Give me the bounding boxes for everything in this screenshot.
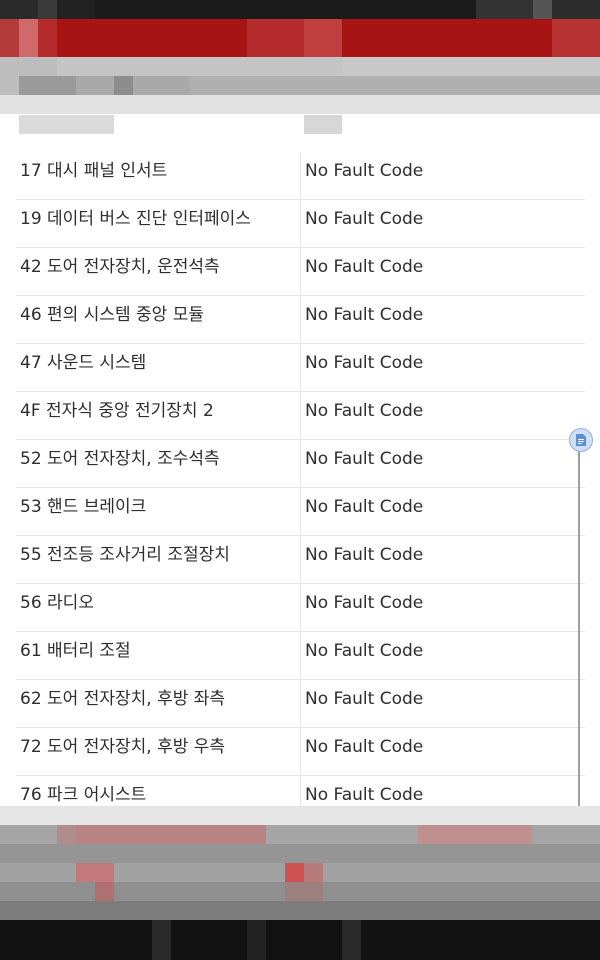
table-row[interactable]: 76 파크 어시스트 No Fault Code — [0, 776, 585, 806]
fault-status: No Fault Code — [305, 689, 424, 709]
module-name: 76 파크 어시스트 — [20, 785, 147, 805]
table-row[interactable]: 53 핸드 브레이크 No Fault Code — [0, 488, 585, 536]
header-module — [19, 115, 114, 134]
column-divider — [300, 488, 301, 536]
column-divider — [300, 776, 301, 806]
module-name: 56 라디오 — [20, 593, 94, 613]
column-divider — [300, 632, 301, 680]
navigation-bar — [0, 920, 600, 960]
fault-status: No Fault Code — [305, 593, 424, 613]
fault-status: No Fault Code — [305, 161, 424, 181]
column-divider — [300, 584, 301, 632]
fault-status: No Fault Code — [305, 257, 424, 277]
fault-status: No Fault Code — [305, 545, 424, 565]
column-divider — [300, 392, 301, 440]
header-status — [304, 115, 342, 134]
table-row[interactable]: 47 사운드 시스템 No Fault Code — [0, 344, 585, 392]
module-name: 55 전조등 조사거리 조절장치 — [20, 545, 230, 565]
bottom-actions — [0, 825, 600, 863]
fault-status: No Fault Code — [305, 497, 424, 517]
table-header — [0, 114, 600, 152]
bottom-divider — [0, 806, 600, 825]
app-bar — [0, 19, 600, 57]
module-name: 52 도어 전자장치, 조수석측 — [20, 449, 220, 469]
fault-status: No Fault Code — [305, 449, 424, 469]
fault-status: No Fault Code — [305, 641, 424, 661]
scrollbar-thumb[interactable] — [569, 428, 593, 452]
column-divider — [300, 728, 301, 776]
status-bar — [0, 0, 600, 19]
column-divider — [300, 440, 301, 488]
table-row[interactable]: 56 라디오 No Fault Code — [0, 584, 585, 632]
column-divider — [300, 296, 301, 344]
module-name: 61 배터리 조절 — [20, 641, 131, 661]
table-row[interactable]: 4F 전자식 중앙 전기장치 2 No Fault Code — [0, 392, 585, 440]
fault-status: No Fault Code — [305, 785, 424, 805]
table-row[interactable]: 72 도어 전자장치, 후방 우측 No Fault Code — [0, 728, 585, 776]
module-name: 17 대시 패널 인서트 — [20, 161, 168, 181]
table-row[interactable]: 19 데이터 버스 진단 인터페이스 No Fault Code — [0, 200, 585, 248]
fault-status: No Fault Code — [305, 737, 424, 757]
column-divider — [300, 200, 301, 248]
fault-status: No Fault Code — [305, 401, 424, 421]
column-divider — [300, 344, 301, 392]
app-bar-subtitle — [0, 57, 600, 76]
table-row[interactable]: 17 대시 패널 인서트 No Fault Code — [0, 152, 585, 200]
module-list[interactable]: 17 대시 패널 인서트 No Fault Code 19 데이터 버스 진단 인터… — [0, 152, 600, 806]
module-name: 19 데이터 버스 진단 인터페이스 — [20, 209, 251, 229]
bottom-toolbar — [0, 863, 600, 901]
module-name: 47 사운드 시스템 — [20, 353, 147, 373]
module-name: 42 도어 전자장치, 운전석측 — [20, 257, 220, 277]
module-name: 53 핸드 브레이크 — [20, 497, 147, 517]
bottom-toolbar-lower — [0, 901, 600, 920]
module-name: 46 편의 시스템 중앙 모듈 — [20, 305, 205, 325]
table-row[interactable]: 42 도어 전자장치, 운전석측 No Fault Code — [0, 248, 585, 296]
table-row[interactable]: 52 도어 전자장치, 조수석측 No Fault Code — [0, 440, 585, 488]
fault-status: No Fault Code — [305, 209, 424, 229]
column-divider — [300, 680, 301, 728]
fault-status: No Fault Code — [305, 305, 424, 325]
module-name: 4F 전자식 중앙 전기장치 2 — [20, 401, 214, 421]
column-divider — [300, 536, 301, 584]
scrollbar-track[interactable] — [578, 450, 580, 806]
column-divider — [300, 248, 301, 296]
module-name: 72 도어 전자장치, 후방 우측 — [20, 737, 226, 757]
fault-status: No Fault Code — [305, 353, 424, 373]
document-icon — [576, 434, 586, 446]
toolbar — [0, 76, 600, 95]
column-divider — [300, 152, 301, 200]
table-row[interactable]: 46 편의 시스템 중앙 모듈 No Fault Code — [0, 296, 585, 344]
table-row[interactable]: 55 전조등 조사거리 조절장치 No Fault Code — [0, 536, 585, 584]
table-row[interactable]: 61 배터리 조절 No Fault Code — [0, 632, 585, 680]
toolbar-secondary — [0, 95, 600, 114]
module-name: 62 도어 전자장치, 후방 좌측 — [20, 689, 226, 709]
table-row[interactable]: 62 도어 전자장치, 후방 좌측 No Fault Code — [0, 680, 585, 728]
